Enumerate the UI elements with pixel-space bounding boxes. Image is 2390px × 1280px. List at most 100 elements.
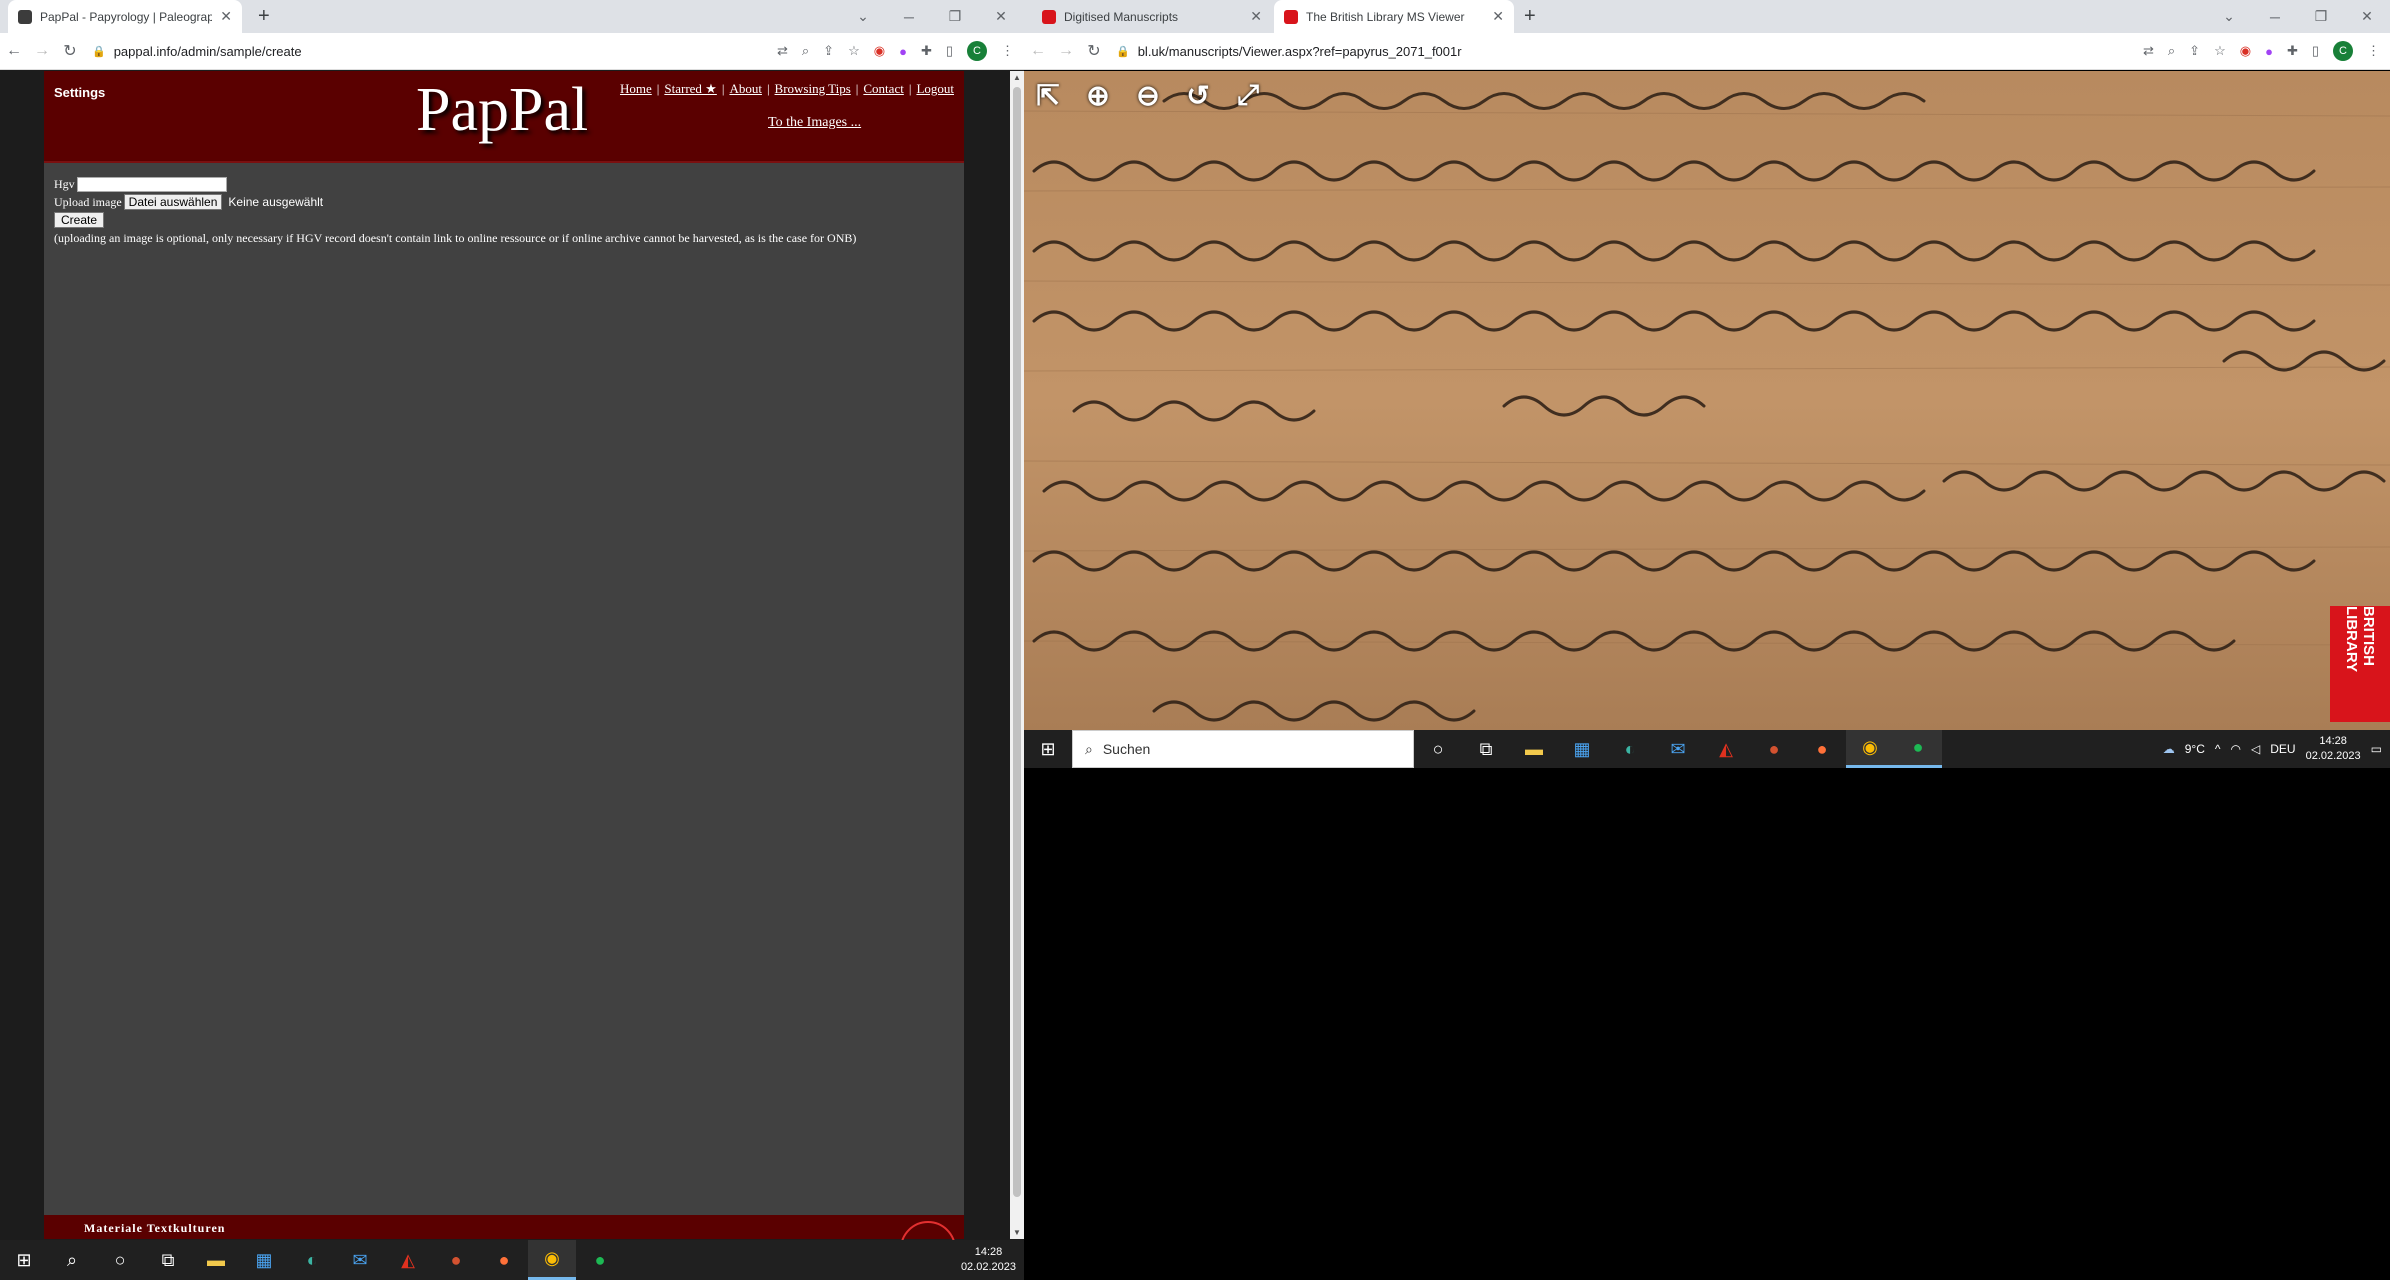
translate-icon[interactable]: ⇄: [777, 43, 788, 59]
side-panel-icon[interactable]: ▯: [946, 43, 953, 59]
taskbar-clock[interactable]: 14:28 02.02.2023: [2306, 734, 2361, 764]
rotate-icon[interactable]: ↺: [1178, 75, 1218, 115]
nav-browsing-tips[interactable]: Browsing Tips: [775, 81, 851, 97]
language-indicator[interactable]: DEU: [2270, 742, 2295, 756]
side-panel-icon[interactable]: ▯: [2312, 43, 2319, 59]
volume-icon[interactable]: ◁: [2251, 742, 2260, 756]
share-icon[interactable]: ⇪: [2189, 43, 2200, 59]
mail-icon[interactable]: ✉: [1654, 730, 1702, 768]
choose-file-button[interactable]: Datei auswählen: [123, 194, 223, 210]
reload-icon[interactable]: ↻: [1080, 41, 1108, 61]
extension-icon[interactable]: ●: [899, 44, 907, 59]
store-icon[interactable]: ▦: [240, 1240, 288, 1280]
firefox-icon[interactable]: ●: [480, 1240, 528, 1280]
restore-icon[interactable]: ❐: [2298, 8, 2344, 25]
reload-icon[interactable]: ↻: [56, 41, 84, 61]
menu-kebab-icon[interactable]: ⋮: [2367, 43, 2380, 59]
zoom-icon[interactable]: ⌕: [2168, 43, 2175, 59]
powerpoint-icon[interactable]: ●: [432, 1240, 480, 1280]
cortana-icon[interactable]: ○: [1414, 730, 1462, 768]
windows-start-icon[interactable]: ⊞: [1024, 730, 1072, 768]
spotify-icon[interactable]: ●: [576, 1240, 624, 1280]
extension-icon[interactable]: ◉: [874, 43, 885, 59]
extensions-puzzle-icon[interactable]: ✚: [2287, 43, 2298, 59]
back-icon[interactable]: ←: [1024, 42, 1052, 60]
fullscreen-icon[interactable]: ⤢: [1228, 75, 1268, 115]
address-bar[interactable]: 🔒 pappal.info/admin/sample/create: [92, 44, 777, 59]
restore-icon[interactable]: ❐: [932, 8, 978, 25]
settings-link[interactable]: Settings: [54, 85, 105, 100]
nav-about[interactable]: About: [729, 81, 762, 97]
zoom-icon[interactable]: ⌕: [802, 43, 809, 59]
profile-avatar[interactable]: C: [2333, 41, 2353, 61]
mail-icon[interactable]: ✉: [336, 1240, 384, 1280]
tab-bl-ms-viewer[interactable]: The British Library MS Viewer ✕: [1274, 0, 1514, 33]
scroll-down-icon[interactable]: ▼: [1010, 1228, 1024, 1237]
windows-start-icon[interactable]: ⊞: [0, 1240, 48, 1280]
hgv-input[interactable]: [76, 176, 227, 192]
firefox-icon[interactable]: ●: [1798, 730, 1846, 768]
close-tab-icon[interactable]: ✕: [220, 8, 232, 25]
network-icon[interactable]: ◠: [2231, 742, 2241, 756]
extension-icon[interactable]: ●: [2265, 44, 2273, 59]
powerpoint-icon[interactable]: ●: [1750, 730, 1798, 768]
close-tab-icon[interactable]: ✕: [1492, 8, 1504, 25]
profile-avatar[interactable]: C: [967, 41, 987, 61]
taskbar-search[interactable]: ⌕ Suchen: [1072, 730, 1414, 768]
edge-icon[interactable]: ◐: [288, 1240, 336, 1280]
file-explorer-icon[interactable]: ▬: [1510, 730, 1558, 768]
nav-starred[interactable]: Starred ★: [664, 81, 716, 97]
new-tab-button[interactable]: +: [1524, 0, 1536, 33]
create-button[interactable]: Create: [54, 212, 105, 228]
scroll-up-icon[interactable]: ▲: [1010, 73, 1024, 82]
share-icon[interactable]: ⇪: [823, 43, 834, 59]
extension-icon[interactable]: ◉: [2240, 43, 2251, 59]
taskbar-clock[interactable]: 14:28 02.02.2023: [961, 1245, 1016, 1275]
notifications-icon[interactable]: ▭: [2371, 742, 2382, 756]
menu-kebab-icon[interactable]: ⋮: [1001, 43, 1014, 59]
address-bar[interactable]: 🔒 bl.uk/manuscripts/Viewer.aspx?ref=papy…: [1116, 44, 2143, 59]
nav-contact[interactable]: Contact: [863, 81, 903, 97]
close-window-icon[interactable]: ✕: [2344, 8, 2390, 25]
minimize-icon[interactable]: ─: [2252, 9, 2298, 25]
tab-pappal[interactable]: PapPal - Papyrology | Paleograph ✕: [8, 0, 242, 33]
tab-search-icon[interactable]: ⌄: [840, 8, 886, 25]
acrobat-icon[interactable]: ◭: [384, 1240, 432, 1280]
translate-icon[interactable]: ⇄: [2143, 43, 2154, 59]
back-icon[interactable]: ←: [0, 42, 28, 60]
file-explorer-icon[interactable]: ▬: [192, 1240, 240, 1280]
site-logo[interactable]: PapPal: [416, 75, 588, 146]
tab-digitised-manuscripts[interactable]: Digitised Manuscripts ✕: [1032, 0, 1272, 33]
forward-icon[interactable]: →: [1052, 42, 1080, 60]
task-view-icon[interactable]: ⧉: [144, 1240, 192, 1280]
minimize-icon[interactable]: ─: [886, 9, 932, 25]
spotify-icon[interactable]: ●: [1894, 730, 1942, 768]
tab-search-icon[interactable]: ⌄: [2206, 8, 2252, 25]
zoom-out-icon[interactable]: ⊖: [1128, 75, 1168, 115]
tray-chevron-icon[interactable]: ^: [2215, 742, 2221, 756]
close-tab-icon[interactable]: ✕: [1250, 8, 1262, 25]
forward-icon[interactable]: →: [28, 42, 56, 60]
weather-temp[interactable]: 9°C: [2185, 742, 2205, 756]
nav-home[interactable]: Home: [620, 81, 652, 97]
manuscript-viewer[interactable]: ⇱ ⊕ ⊖ ↺ ⤢ BRITISH LIBRARY: [1024, 71, 2390, 730]
page-scrollbar[interactable]: ▲ ▼: [1010, 71, 1024, 1239]
edge-icon[interactable]: ◐: [1606, 730, 1654, 768]
close-window-icon[interactable]: ✕: [978, 8, 1024, 25]
scrollbar-thumb[interactable]: [1013, 87, 1021, 1197]
bookmark-star-icon[interactable]: ☆: [2214, 43, 2226, 59]
bookmark-star-icon[interactable]: ☆: [848, 43, 860, 59]
store-icon[interactable]: ▦: [1558, 730, 1606, 768]
exit-viewer-icon[interactable]: ⇱: [1028, 75, 1068, 115]
acrobat-icon[interactable]: ◭: [1702, 730, 1750, 768]
task-view-icon[interactable]: ⧉: [1462, 730, 1510, 768]
zoom-in-icon[interactable]: ⊕: [1078, 75, 1118, 115]
weather-icon[interactable]: ☁: [2163, 742, 2175, 756]
nav-logout[interactable]: Logout: [916, 81, 954, 97]
cortana-icon[interactable]: ○: [96, 1240, 144, 1280]
chrome-icon[interactable]: ◉: [1846, 730, 1894, 768]
extensions-puzzle-icon[interactable]: ✚: [921, 43, 932, 59]
new-tab-button[interactable]: +: [258, 0, 270, 33]
search-icon[interactable]: ⌕: [48, 1240, 96, 1280]
to-images-link[interactable]: To the Images ...: [768, 115, 861, 131]
